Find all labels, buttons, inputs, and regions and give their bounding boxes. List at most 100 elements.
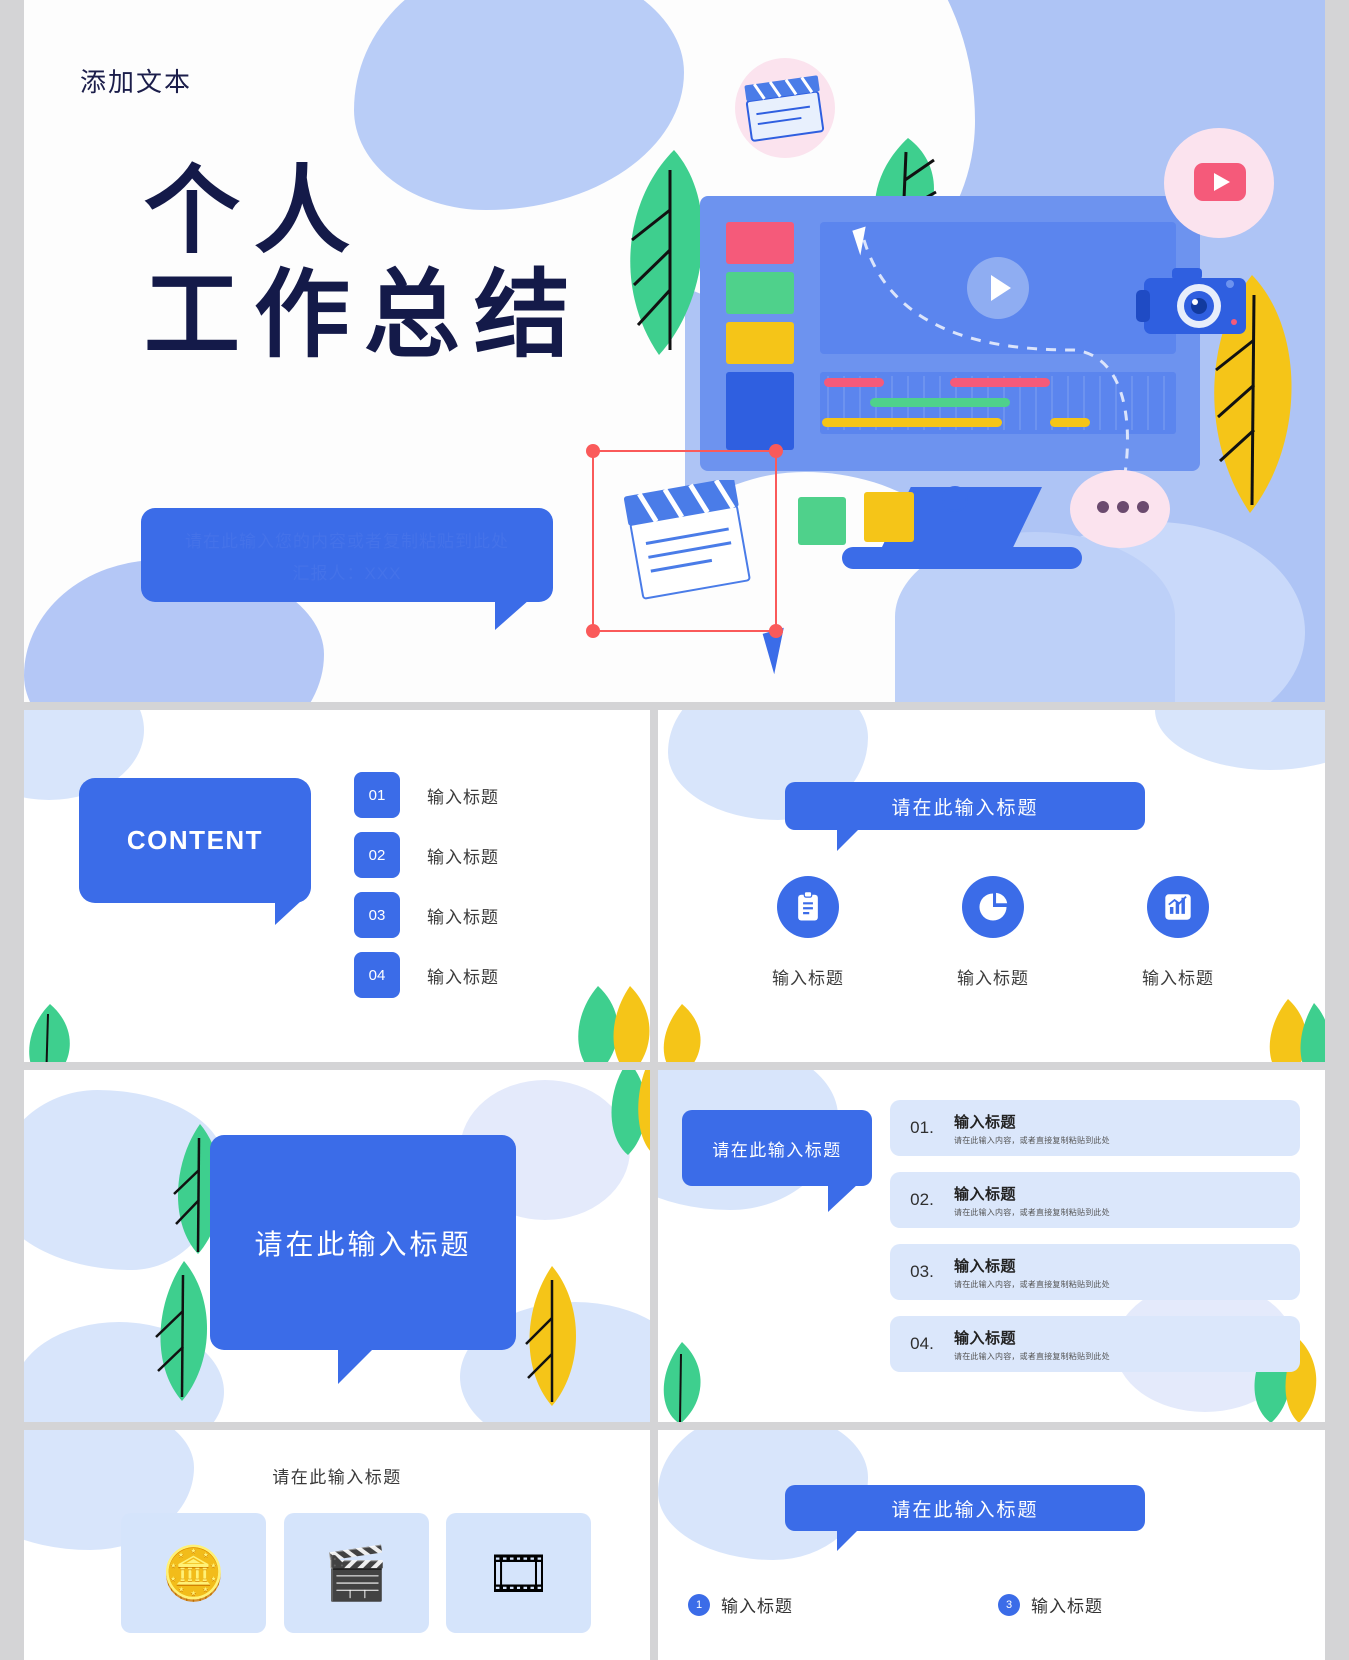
slide-icon-cards[interactable]: 请在此输入标题 🪙 🎬 🎞 (24, 1430, 650, 1660)
row-title: 输入标题 (954, 1257, 1017, 1275)
coin-icon: 🪙 (161, 1544, 226, 1603)
slide-section-title[interactable]: 请在此输入标题 (24, 1070, 650, 1422)
table-row[interactable]: 01. 输入标题 请在此输入内容，或者直接复制粘贴到此处 (890, 1100, 1300, 1156)
leaf-green-icon (611, 1070, 650, 1155)
video-play-icon (1194, 163, 1246, 201)
icons-heading-bubble[interactable]: 请在此输入标题 (785, 782, 1145, 851)
list-item[interactable]: 1 输入标题 (688, 1592, 998, 1617)
leaf-yellow-icon (525, 1266, 576, 1406)
list-item[interactable]: 01 输入标题 (354, 772, 499, 818)
item-badge: 1 (688, 1593, 710, 1616)
item-label: 输入标题 (427, 907, 499, 927)
table-row[interactable]: 03. 输入标题 请在此输入内容，或者直接复制粘贴到此处 (890, 1244, 1300, 1300)
bubble-tail (837, 1529, 859, 1551)
section-title-bubble[interactable]: 请在此输入标题 (210, 1135, 516, 1384)
item-badge: 3 (998, 1593, 1020, 1616)
section-title-label: 请在此输入标题 (254, 1228, 472, 1260)
list-item[interactable]: 02 输入标题 (354, 832, 499, 878)
slide-deck-preview: 添加文本 个人 工作总结 请在此输入您的内容或者复制粘贴到此处 汇报人：XXX (0, 0, 1349, 1660)
item-number: 04 (354, 952, 400, 998)
row-desc: 请在此输入内容，或者直接复制粘贴到此处 (954, 1351, 1110, 1361)
icon-caption: 输入标题 (772, 969, 844, 988)
row-text: 输入标题 请在此输入内容，或者直接复制粘贴到此处 (954, 1183, 1110, 1218)
ellipsis-icon (1097, 501, 1149, 513)
table-row[interactable]: 02. 输入标题 请在此输入内容，或者直接复制粘贴到此处 (890, 1172, 1300, 1228)
icon-item[interactable]: 输入标题 (938, 876, 1048, 989)
row-number: 02. (910, 1190, 934, 1209)
numbered-heading-bubble[interactable]: 请在此输入标题 (785, 1485, 1145, 1551)
item-label: 输入标题 (1031, 1597, 1103, 1616)
icons-heading-label: 请在此输入标题 (891, 797, 1039, 819)
hero-subtitle-line2: 汇报人：XXX (292, 564, 402, 584)
leaf-yellow-icon (578, 986, 650, 1062)
slide-numbered-items[interactable]: 请在此输入标题 1 输入标题 3 输入标题 (658, 1430, 1325, 1660)
item-label: 输入标题 (427, 847, 499, 867)
handle-bottom-left[interactable] (586, 624, 600, 638)
numbered-rows: 01. 输入标题 请在此输入内容，或者直接复制粘贴到此处 02. 输入标题 请在… (890, 1100, 1300, 1388)
page-title: 个人 工作总结 (144, 155, 584, 371)
row-number: 04. (910, 1334, 934, 1353)
list-item[interactable]: 3 输入标题 (998, 1592, 1308, 1617)
item-label: 输入标题 (427, 787, 499, 807)
list-item[interactable]: 03 输入标题 (354, 892, 499, 938)
list-heading-bubble[interactable]: 请在此输入标题 (682, 1110, 872, 1212)
row-title: 输入标题 (954, 1329, 1017, 1347)
slide-three-icons[interactable]: 请在此输入标题 输入标题 输入标题 输入标题 (658, 710, 1325, 1062)
row-desc: 请在此输入内容，或者直接复制粘贴到此处 (954, 1135, 1110, 1145)
content-heading-label: CONTENT (126, 825, 264, 855)
clapperboard-icon (744, 75, 825, 142)
icon-caption: 输入标题 (957, 969, 1029, 988)
decor-blob (1155, 710, 1325, 770)
item-number: 03 (354, 892, 400, 938)
content-heading-bubble[interactable]: CONTENT (79, 778, 311, 925)
dashed-arrow-path-icon (862, 239, 1129, 481)
hero-subtitle-text: 请在此输入您的内容或者复制粘贴到此处 汇报人：XXX (141, 526, 553, 591)
icon-caption: 输入标题 (1142, 969, 1214, 988)
row-number: 01. (910, 1118, 934, 1137)
card[interactable]: 🎬 (283, 1513, 429, 1633)
bubble-tail (338, 1350, 372, 1384)
clipboard-icon (777, 876, 839, 938)
card[interactable]: 🪙 (121, 1513, 266, 1633)
leaf-yellow-icon (1269, 999, 1325, 1062)
item-number: 02 (354, 832, 400, 878)
bubble-tail (828, 1184, 858, 1212)
hero-subtitle-line1: 请在此输入您的内容或者复制粘贴到此处 (185, 532, 509, 551)
monitor-base (842, 547, 1082, 569)
numbered-heading-label: 请在此输入标题 (891, 1499, 1039, 1521)
table-row[interactable]: 04. 输入标题 请在此输入内容，或者直接复制粘贴到此处 (890, 1316, 1300, 1372)
slide-content-overview[interactable]: CONTENT 01 输入标题 02 输入标题 03 输入标题 04 输入标题 (24, 710, 650, 1062)
item-label: 输入标题 (721, 1597, 793, 1616)
handle-top-right[interactable] (769, 444, 783, 458)
row-text: 输入标题 请在此输入内容，或者直接复制粘贴到此处 (954, 1255, 1110, 1290)
icon-item[interactable]: 输入标题 (1123, 876, 1233, 989)
sticky-note-green (798, 497, 846, 545)
row-number: 03. (910, 1262, 934, 1281)
hero-subtitle-bubble[interactable]: 请在此输入您的内容或者复制粘贴到此处 汇报人：XXX (141, 508, 553, 630)
icon-item[interactable]: 输入标题 (753, 876, 863, 989)
content-item-list: 01 输入标题 02 输入标题 03 输入标题 04 输入标题 (354, 772, 499, 1012)
card[interactable]: 🎞 (446, 1513, 591, 1633)
slide-numbered-list[interactable]: 请在此输入标题 01. 输入标题 请在此输入内容，或者直接复制粘贴到此处 02.… (658, 1070, 1325, 1422)
handle-top-left[interactable] (586, 444, 600, 458)
row-desc: 请在此输入内容，或者直接复制粘贴到此处 (954, 1279, 1110, 1289)
handle-bottom-right[interactable] (769, 624, 783, 638)
hero-title-line1: 个人 (144, 155, 364, 267)
monitor-sidebar (726, 222, 794, 450)
row-text: 输入标题 请在此输入内容，或者直接复制粘贴到此处 (954, 1111, 1110, 1146)
sticky-note-yellow (864, 492, 914, 542)
slide-title[interactable]: 添加文本 个人 工作总结 请在此输入您的内容或者复制粘贴到此处 汇报人：XXX (24, 0, 1325, 702)
pie-chart-icon (962, 876, 1024, 938)
row-title: 输入标题 (954, 1113, 1017, 1131)
cards-heading: 请在此输入标题 (272, 1468, 402, 1487)
list-heading-label: 请在此输入标题 (712, 1140, 842, 1160)
hero-title-line2: 工作总结 (144, 258, 584, 371)
bubble-tail (495, 600, 529, 630)
item-label: 输入标题 (427, 967, 499, 987)
hero-eyebrow: 添加文本 (80, 67, 193, 97)
row-title: 输入标题 (954, 1185, 1017, 1203)
bubble-tail (275, 901, 301, 925)
row-text: 输入标题 请在此输入内容，或者直接复制粘贴到此处 (954, 1327, 1110, 1362)
list-item[interactable]: 04 输入标题 (354, 952, 499, 998)
numbered-item-row: 1 输入标题 3 输入标题 (688, 1592, 1308, 1617)
